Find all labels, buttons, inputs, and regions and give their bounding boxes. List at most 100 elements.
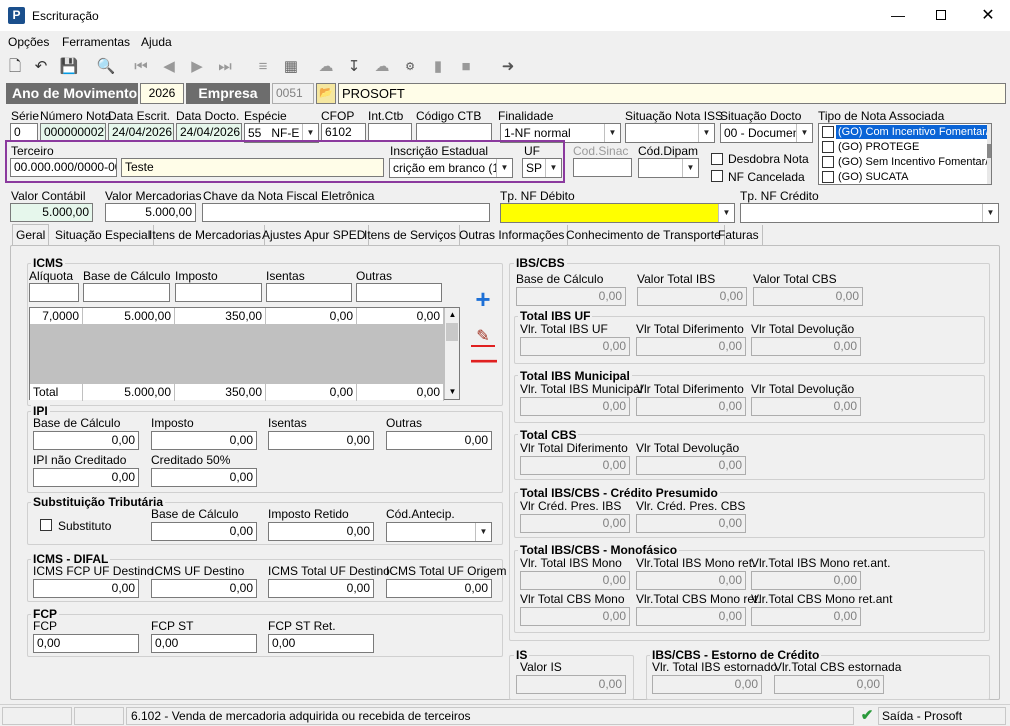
cib-icon[interactable]: ⚙ [399, 56, 421, 78]
close-button[interactable]: ✕ [966, 0, 1010, 31]
maximize-button[interactable] [920, 0, 964, 31]
st-retido-field[interactable]: 0,00 [268, 522, 374, 541]
tab-geral[interactable]: Geral [12, 224, 50, 246]
add-icon[interactable]: + [471, 286, 495, 312]
st-base-field[interactable]: 0,00 [151, 522, 257, 541]
cbs-field-2[interactable]: 0,00 [636, 456, 746, 475]
first-record-icon[interactable]: ⏮ [130, 56, 152, 78]
scroll-thumb[interactable] [446, 323, 458, 341]
nf-cancelada-checkbox[interactable] [711, 170, 723, 182]
ibscbs-base-field[interactable]: 0,00 [516, 287, 626, 306]
previous-record-icon[interactable]: ◀ [158, 56, 180, 78]
minimize-button[interactable]: — [876, 0, 920, 31]
table-row[interactable]: 7,0000 5.000,00 350,00 0,00 0,00 [30, 308, 444, 325]
cloud-gray-icon[interactable]: ☁ [371, 56, 393, 78]
ibs-mun-field-3[interactable]: 0,00 [751, 397, 861, 416]
list-icon[interactable]: ≡ [252, 56, 274, 78]
mono-field-5[interactable]: 0,00 [636, 607, 746, 626]
new-document-icon[interactable]: 🗋 [4, 56, 26, 78]
ipi-creditado-50-field[interactable]: 0,00 [151, 468, 257, 487]
mono-field-4[interactable]: 0,00 [520, 607, 630, 626]
estorno-field-1[interactable]: 0,00 [652, 675, 762, 694]
isentas-input[interactable] [266, 283, 352, 302]
checkbox[interactable] [822, 171, 834, 183]
list-item[interactable]: (GO) Sem Incentivo Fomentar/ [821, 155, 988, 169]
tab-outras-informacoes[interactable]: Outras Informações [456, 225, 569, 245]
valor-contabil-field[interactable]: 5.000,00 [10, 203, 93, 222]
cod-sinac-field[interactable] [573, 158, 632, 177]
cloud-icon[interactable]: ☁ [315, 56, 337, 78]
list-item[interactable]: (GO) PROTEGE [821, 140, 981, 154]
uf-select[interactable]: SP ▼ [522, 158, 562, 178]
tp-nf-credito-select[interactable]: ▼ [740, 203, 999, 223]
terceiro-name-field[interactable]: Teste [121, 158, 384, 177]
base-calculo-input[interactable] [83, 283, 170, 302]
valor-mercadorias-field[interactable]: 5.000,00 [105, 203, 196, 222]
list-item[interactable]: (GO) SUCATA [821, 170, 981, 184]
pres-field-2[interactable]: 0,00 [636, 514, 746, 533]
substituto-checkbox[interactable] [40, 519, 52, 531]
tipo-nota-list[interactable]: (GO) Com Incentivo Fomentar/ (GO) PROTEG… [818, 123, 992, 185]
scroll-up-icon[interactable]: ▲ [445, 308, 460, 322]
ibs-uf-field-1[interactable]: 0,00 [520, 337, 630, 356]
pres-field-1[interactable]: 0,00 [520, 514, 630, 533]
fcp-st-ret-field[interactable]: 0,00 [268, 634, 374, 653]
estorno-field-2[interactable]: 0,00 [774, 675, 884, 694]
chave-nfe-field[interactable] [202, 203, 490, 222]
tab-faturas[interactable]: Faturas [715, 225, 763, 245]
remove-icon[interactable]: — [471, 346, 497, 372]
ipi-imposto-field[interactable]: 0,00 [151, 431, 257, 450]
difal-uf-dest-field[interactable]: 0,00 [151, 579, 257, 598]
download-icon[interactable]: ↧ [343, 56, 365, 78]
mono-field-2[interactable]: 0,00 [636, 571, 746, 590]
tab-conhecimento-transporte[interactable]: Conhecimento de Transporte [563, 225, 725, 245]
tab-itens-mercadorias[interactable]: Itens de Mercadorias [146, 225, 266, 245]
cbs-field-1[interactable]: 0,00 [520, 456, 630, 475]
difal-total-dest-field[interactable]: 0,00 [268, 579, 374, 598]
fcp-field[interactable]: 0,00 [33, 634, 139, 653]
tab-itens-servicos[interactable]: Itens de Serviços [361, 225, 461, 245]
situacao-docto-select[interactable]: 00 - Document ▼ [720, 123, 813, 143]
scroll-down-icon[interactable]: ▼ [445, 385, 460, 399]
scrollbar[interactable] [987, 124, 991, 184]
mono-field-1[interactable]: 0,00 [520, 571, 630, 590]
ibs-uf-field-3[interactable]: 0,00 [751, 337, 861, 356]
terceiro-cnpj-field[interactable]: 00.000.000/0000-00 [10, 158, 117, 177]
checkbox[interactable] [822, 156, 834, 168]
menu-ferramentas[interactable]: Ferramentas [62, 35, 130, 49]
ipi-base-field[interactable]: 0,00 [33, 431, 139, 450]
list-item[interactable]: (GO) Com Incentivo Fomentar/ [821, 125, 991, 139]
difal-total-orig-field[interactable]: 0,00 [386, 579, 492, 598]
menu-ajuda[interactable]: Ajuda [141, 35, 172, 49]
mono-field-6[interactable]: 0,00 [751, 607, 861, 626]
undo-icon[interactable]: ↶ [30, 56, 52, 78]
checkbox[interactable] [822, 126, 834, 138]
tab-ajustes-apur-sped[interactable]: Ajustes Apur SPED [259, 225, 370, 245]
ibs-mun-field-2[interactable]: 0,00 [636, 397, 746, 416]
inscricao-select[interactable]: crição em branco (1) ▼ [389, 158, 513, 178]
ibs-mun-field-1[interactable]: 0,00 [520, 397, 630, 416]
outras-input[interactable] [356, 283, 442, 302]
folder-icon[interactable]: 📂 [316, 83, 336, 104]
ipi-nao-creditado-field[interactable]: 0,00 [33, 468, 139, 487]
tp-nf-debito-select[interactable]: ▼ [500, 203, 735, 223]
ano-movimento-field[interactable]: 2026 [140, 83, 184, 104]
ibs-uf-field-2[interactable]: 0,00 [636, 337, 746, 356]
desdobra-checkbox[interactable] [711, 153, 723, 165]
checkbox[interactable] [822, 141, 834, 153]
ipi-outras-field[interactable]: 0,00 [386, 431, 492, 450]
difal-fcp-field[interactable]: 0,00 [33, 579, 139, 598]
panel-icon[interactable]: ▮ [427, 56, 449, 78]
empresa-code-field[interactable]: 0051 [272, 83, 314, 104]
fcp-st-field[interactable]: 0,00 [151, 634, 257, 653]
imposto-input[interactable] [175, 283, 262, 302]
menu-opcoes[interactable]: Opções [8, 35, 49, 49]
st-antecip-select[interactable]: ▼ [386, 522, 492, 542]
exit-icon[interactable]: ➜ [497, 56, 519, 78]
icms-grid[interactable]: 7,0000 5.000,00 350,00 0,00 0,00 Total 5… [29, 307, 460, 401]
scrollbar[interactable]: ▲ ▼ [444, 308, 459, 399]
preview-icon[interactable]: 🔍 [95, 56, 117, 78]
vt-cbs-field[interactable]: 0,00 [753, 287, 863, 306]
valor-is-field[interactable]: 0,00 [516, 675, 626, 694]
last-record-icon[interactable]: ⏭ [214, 56, 236, 78]
